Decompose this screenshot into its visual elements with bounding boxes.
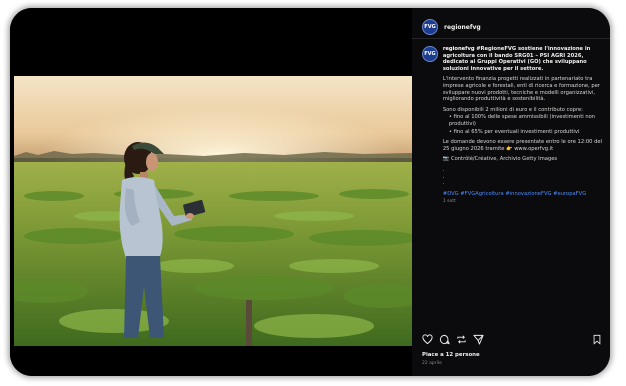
caption-paragraph-1: L'intervento finanzia progetti realizzat…: [442, 76, 601, 103]
header-divider: [412, 38, 610, 39]
comment-icon[interactable]: [439, 334, 450, 345]
caption-time: 1 sett: [442, 199, 456, 205]
caption-dot: .: [442, 173, 445, 180]
header-username[interactable]: regionefvg: [444, 24, 481, 31]
avatar[interactable]: FVG: [422, 19, 438, 35]
post-date: 22 aprile: [422, 361, 442, 366]
caption-hashtags[interactable]: #DVG #FVGAgricoltura #innovazioneFVG #eu…: [443, 191, 604, 198]
action-bar: [422, 332, 602, 346]
bookmark-icon[interactable]: [592, 334, 602, 345]
post-sidebar: FVG regionefvg FVG regionefvg #RegioneFV…: [412, 8, 610, 376]
caption-paragraph-3: Le domande devono essere presentate entr…: [442, 139, 603, 152]
caption-dot: .: [442, 180, 445, 187]
caption-dot: .: [442, 166, 445, 173]
caption-bullet-1: fino al 100% delle spese ammissibili (in…: [448, 114, 596, 127]
heart-icon[interactable]: [422, 333, 433, 345]
caption-paragraph-2: Sono disponibili 2 milioni di euro e il …: [442, 106, 583, 113]
caption-avatar[interactable]: FVG: [422, 46, 438, 62]
post-dialog: FVG regionefvg FVG regionefvg #RegioneFV…: [10, 8, 610, 376]
caption-username[interactable]: regionefvg: [443, 46, 475, 52]
send-icon[interactable]: [473, 334, 484, 345]
caption: FVG regionefvg #RegioneFVG sostiene l'in…: [422, 46, 604, 206]
caption-credit: 📷 Contrôlé/Créative, Archivio Getty Imag…: [442, 156, 558, 163]
caption-text: regionefvg #RegioneFVG sostiene l'innova…: [442, 46, 604, 205]
repost-icon[interactable]: [456, 334, 467, 345]
farmer-field-photo: [14, 76, 412, 346]
post-media[interactable]: [10, 8, 412, 376]
photo-illustration: [14, 76, 412, 346]
likes-count[interactable]: Piace a 12 persone: [422, 352, 480, 358]
caption-bullet-2: fino al 65% per eventuali investimenti p…: [453, 128, 580, 135]
post-header: FVG regionefvg: [422, 16, 481, 38]
